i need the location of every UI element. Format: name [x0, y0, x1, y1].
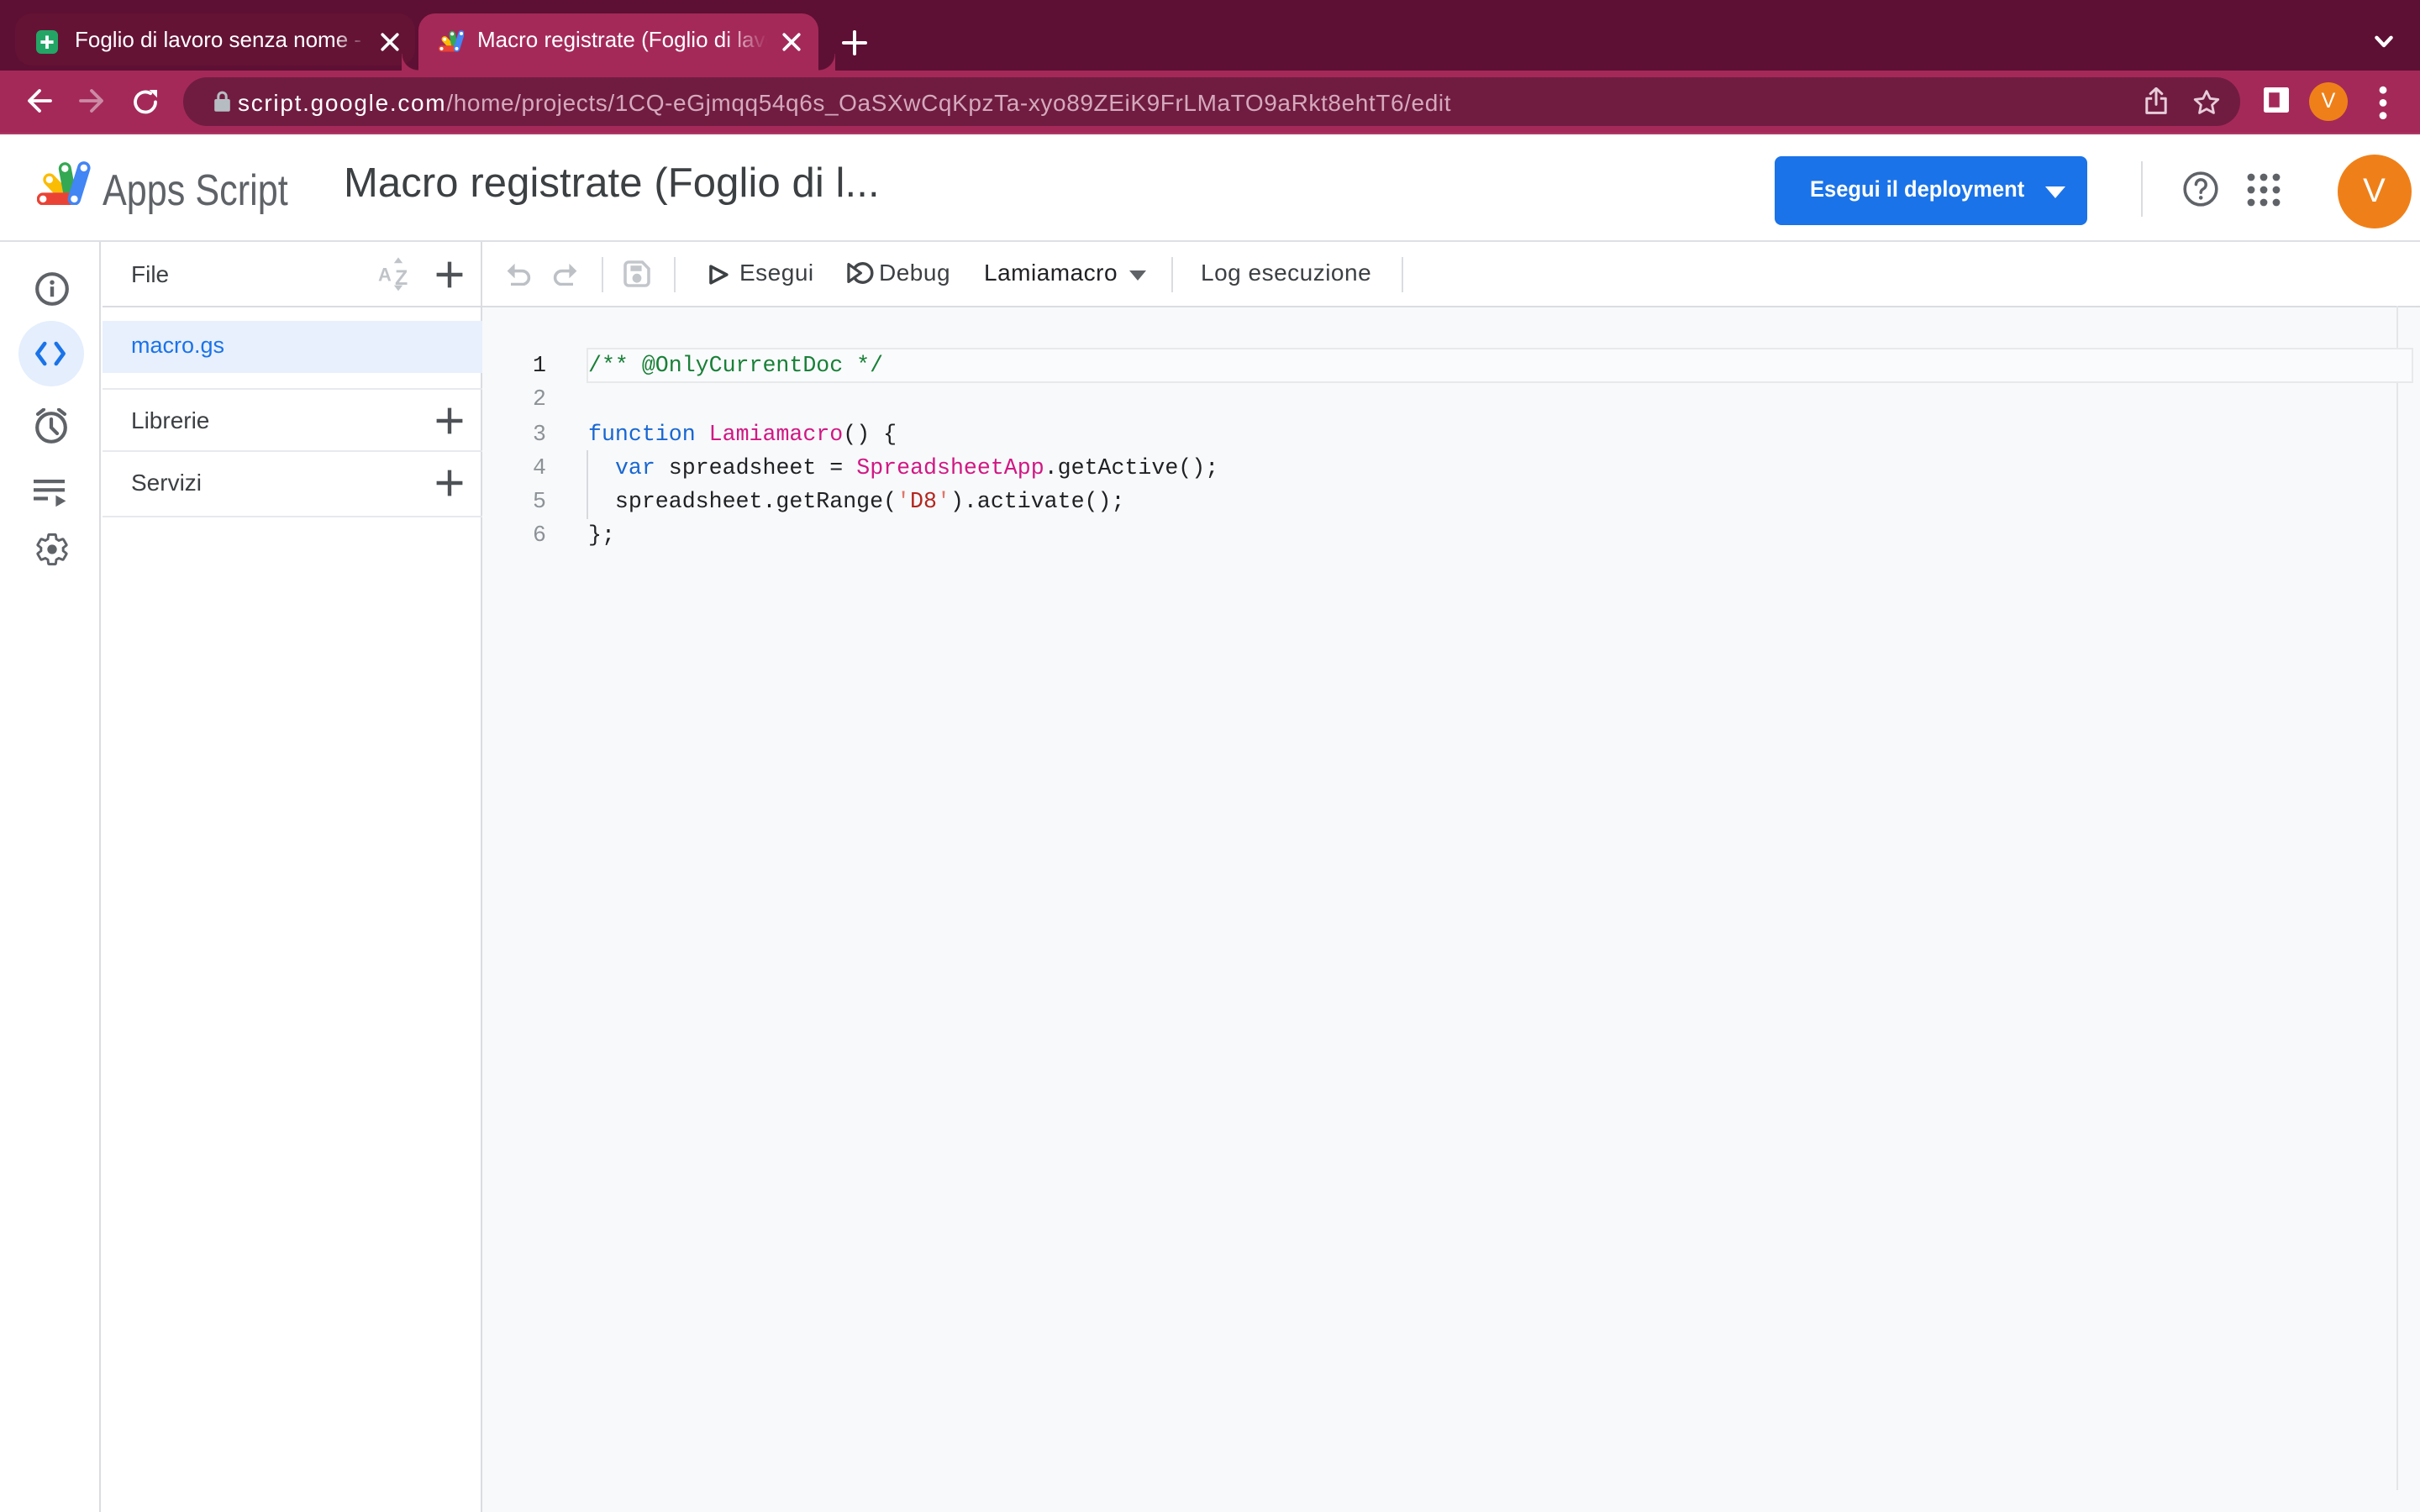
svg-text:A: A — [378, 264, 392, 285]
